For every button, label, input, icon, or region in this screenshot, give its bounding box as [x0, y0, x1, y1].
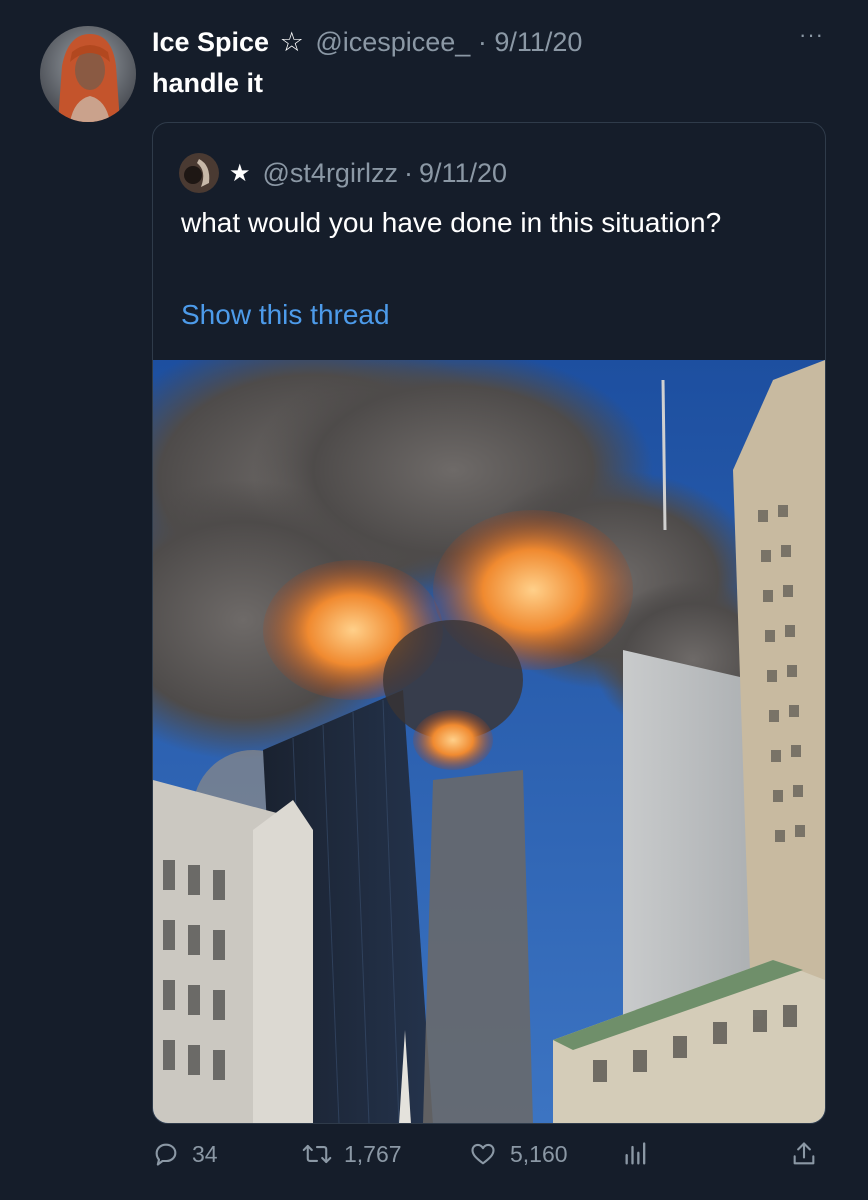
more-icon[interactable]: ···: [799, 22, 824, 48]
avatar-image: [40, 26, 136, 122]
meta-separator: ·: [477, 27, 487, 57]
quoted-text: what would you have done in this situati…: [181, 207, 722, 238]
retweet-count: 1,767: [344, 1140, 402, 1167]
like-button[interactable]: 5,160: [468, 1140, 568, 1168]
like-count: 5,160: [510, 1140, 568, 1167]
quoted-header: ★ @st4rgirlzz · 9/11/20: [179, 153, 507, 193]
quoted-avatar[interactable]: [179, 153, 219, 193]
tweet-date[interactable]: 9/11/20: [494, 27, 582, 57]
tweet-header: Ice Spice ☆ @icespicee_ · 9/11/20: [152, 26, 828, 58]
share-button[interactable]: [790, 1140, 830, 1168]
quoted-star-icon: ★: [229, 159, 251, 187]
author-avatar[interactable]: [40, 26, 136, 122]
star-icon: ☆: [279, 27, 304, 57]
reply-icon: [155, 1143, 177, 1166]
quoted-date[interactable]: 9/11/20: [419, 158, 507, 189]
reply-count: 34: [192, 1140, 218, 1167]
quoted-separator: ·: [403, 157, 413, 188]
author-handle[interactable]: @icespicee_: [315, 27, 470, 57]
show-thread-link[interactable]: Show this thread: [181, 299, 390, 331]
tweet-text: handle it: [152, 68, 264, 98]
analytics-icon: [625, 1142, 646, 1165]
reply-button[interactable]: 34: [152, 1140, 218, 1168]
retweet-button[interactable]: 1,767: [302, 1140, 402, 1168]
retweet-icon: [302, 1144, 332, 1164]
quoted-photo[interactable]: [153, 360, 825, 1124]
share-icon: [793, 1142, 815, 1165]
analytics-button[interactable]: [622, 1140, 662, 1168]
action-bar: 34 1,767 5,160: [152, 1140, 832, 1180]
author-name[interactable]: Ice Spice: [152, 27, 269, 57]
quoted-avatar-image: [179, 153, 219, 193]
quoted-tweet[interactable]: ★ @st4rgirlzz · 9/11/20 what would you h…: [152, 122, 826, 1124]
quoted-handle[interactable]: @st4rgirlzz: [263, 158, 398, 189]
like-icon: [471, 1143, 495, 1165]
